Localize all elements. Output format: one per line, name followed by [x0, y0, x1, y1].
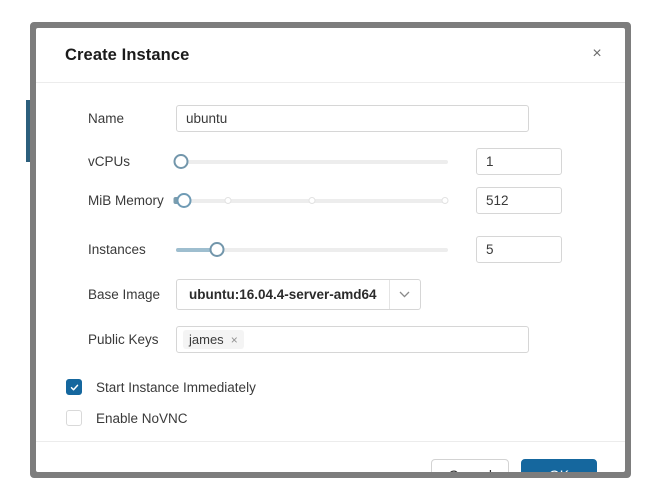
vcpus-slider[interactable]	[173, 151, 448, 173]
form-row-public-keys: Public Keys james ×	[65, 326, 596, 353]
base-image-selected-value: ubuntu:16.04.4-server-amd64	[189, 287, 377, 302]
memory-slider-tick[interactable]	[308, 197, 316, 204]
public-key-tag[interactable]: james ×	[183, 330, 244, 349]
dialog-footer: Cancel OK	[36, 441, 625, 472]
create-instance-dialog: Create Instance × Name vCPUs	[36, 28, 625, 472]
name-input[interactable]	[176, 105, 529, 132]
form-row-base-image: Base Image ubuntu:16.04.4-server-amd64	[65, 279, 596, 310]
public-keys-input[interactable]: james ×	[176, 326, 529, 353]
start-immediately-label: Start Instance Immediately	[96, 379, 256, 395]
dialog-frame: Create Instance × Name vCPUs	[30, 22, 631, 478]
vcpus-slider-handle[interactable]	[173, 154, 189, 169]
instances-slider[interactable]	[176, 239, 448, 261]
memory-label: MiB Memory	[88, 193, 164, 208]
page-title: Create Instance	[65, 45, 190, 64]
form-row-instances: Instances	[65, 236, 596, 263]
form-row-name: Name	[65, 105, 596, 132]
base-image-select[interactable]: ubuntu:16.04.4-server-amd64	[176, 279, 421, 310]
instances-label: Instances	[88, 242, 146, 257]
cancel-button[interactable]: Cancel	[431, 459, 509, 472]
chevron-down-icon[interactable]	[388, 280, 420, 309]
ok-button[interactable]: OK	[521, 459, 597, 472]
enable-novnc-checkbox[interactable]	[66, 410, 82, 426]
vcpus-slider-track	[176, 159, 448, 164]
memory-slider-tick[interactable]	[224, 197, 232, 204]
remove-tag-icon[interactable]: ×	[231, 334, 238, 346]
memory-slider-handle[interactable]	[176, 193, 192, 208]
checkbox-row-enable-novnc[interactable]: Enable NoVNC	[66, 410, 596, 426]
memory-slider[interactable]	[173, 190, 449, 212]
instances-slider-handle[interactable]	[209, 242, 225, 257]
memory-input[interactable]	[476, 187, 562, 214]
public-keys-label: Public Keys	[88, 332, 159, 347]
close-icon[interactable]: ×	[583, 40, 611, 68]
memory-slider-tick[interactable]	[441, 197, 449, 204]
checkbox-row-start-immediately[interactable]: Start Instance Immediately	[66, 379, 596, 395]
dialog-body: Name vCPUs MiB Memory	[36, 83, 625, 441]
name-label: Name	[88, 111, 125, 126]
vcpus-input[interactable]	[476, 148, 562, 175]
form-row-vcpus: vCPUs	[65, 148, 596, 175]
vcpus-label: vCPUs	[88, 154, 131, 169]
enable-novnc-label: Enable NoVNC	[96, 410, 188, 426]
form-row-memory: MiB Memory	[65, 187, 596, 214]
start-immediately-checkbox[interactable]	[66, 379, 82, 395]
dialog-header: Create Instance ×	[36, 28, 625, 83]
base-image-label: Base Image	[88, 287, 161, 302]
instances-input[interactable]	[476, 236, 562, 263]
public-key-tag-label: james	[189, 332, 224, 347]
